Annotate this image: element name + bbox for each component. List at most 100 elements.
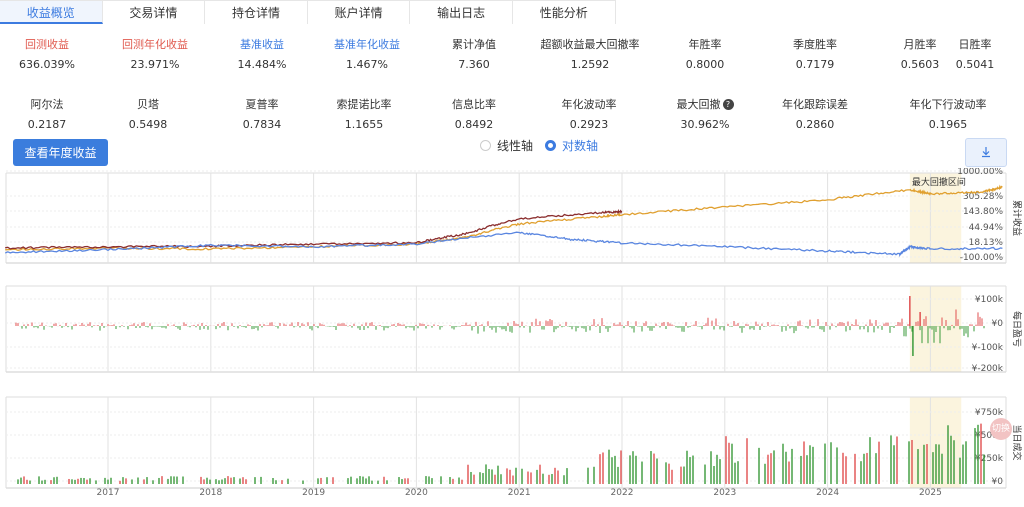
metric-label: 季度胜率 xyxy=(760,36,870,52)
metric-label-text: 年化波动率 xyxy=(561,98,617,111)
x-tick-label: 2022 xyxy=(611,488,634,498)
metric-label: 年胜率 xyxy=(650,36,760,52)
x-tick-label: 2024 xyxy=(816,488,839,498)
x-tick-label: 2025 xyxy=(919,488,942,498)
metric-label: 贝塔 xyxy=(93,96,203,112)
metric-label-text: 超额收益最大回撤率 xyxy=(540,38,640,51)
metric-label: 夏普率 xyxy=(207,96,317,112)
metric-metrics_row2-2: 夏普率 0.7834 xyxy=(207,96,317,131)
help-icon[interactable]: ? xyxy=(722,99,734,110)
metric-label: 年化跟踪误差 xyxy=(760,96,870,112)
metric-value: 23.971% xyxy=(130,58,180,71)
metric-value: 0.5498 xyxy=(128,118,168,131)
log-axis-radio[interactable] xyxy=(545,140,556,151)
metric-metrics_row1-2: 基准收益 14.484% xyxy=(207,36,317,71)
metric-label-text: 基准年化收益 xyxy=(334,38,400,51)
y-tick-label: 18.13% xyxy=(969,238,1004,248)
tab-4[interactable]: 输出日志 xyxy=(410,0,513,24)
annual-returns-button[interactable]: 查看年度收益 xyxy=(13,139,108,166)
metric-value: 14.484% xyxy=(237,58,287,71)
y-tick-label: 143.80% xyxy=(963,207,1003,217)
metric-label-text: 基准收益 xyxy=(240,38,284,51)
metric-metrics_row2-8: 年化下行波动率 0.1965 xyxy=(893,96,1003,131)
metric-label-text: 累计净值 xyxy=(452,38,496,51)
y-tick-label: ¥0 xyxy=(992,319,1004,329)
tab-0[interactable]: 收益概览 xyxy=(0,0,103,24)
x-tick-label: 2019 xyxy=(302,488,325,498)
metric-label: 索提诺比率 xyxy=(309,96,419,112)
metric-metrics_row2-6: 最大回撤? 30.962% xyxy=(650,96,760,131)
y-tick-label: ¥250k xyxy=(975,454,1004,464)
tab-bar: 收益概览 交易详情 持仓详情 账户详情 输出日志 性能分析 xyxy=(0,0,616,24)
x-tick-label: 2018 xyxy=(199,488,222,498)
y-tick-label: 44.94% xyxy=(969,223,1004,233)
linear-axis-option[interactable]: 线性轴 xyxy=(480,137,533,154)
metric-label: 基准年化收益 xyxy=(312,36,422,52)
metric-metrics_row1-3: 基准年化收益 1.467% xyxy=(312,36,422,71)
metric-label-text: 最大回撤 xyxy=(676,98,721,111)
tab-3[interactable]: 账户详情 xyxy=(307,0,411,24)
metric-metrics_row1-1: 回测年化收益 23.971% xyxy=(100,36,210,71)
drawdown-annotation: 最大回撤区间 xyxy=(912,176,966,188)
metric-label-text: 年化下行波动率 xyxy=(909,98,987,111)
metric-metrics_row2-4: 信息比率 0.8492 xyxy=(419,96,529,131)
metric-label: 回测年化收益 xyxy=(100,36,210,52)
metric-value: 0.1965 xyxy=(928,118,968,131)
metric-label-text: 回测年化收益 xyxy=(122,38,188,51)
metric-label: 年化波动率 xyxy=(534,96,644,112)
metric-label-text: 年胜率 xyxy=(688,38,722,51)
tab-2[interactable]: 持仓详情 xyxy=(205,0,308,24)
download-icon xyxy=(982,147,990,158)
y-axis-label: 每日盈亏 xyxy=(1011,311,1023,347)
y-tick-label: -100.00% xyxy=(960,253,1004,263)
y-tick-label: 305.28% xyxy=(963,192,1003,202)
tab-1[interactable]: 交易详情 xyxy=(102,0,206,24)
log-axis-label: 对数轴 xyxy=(562,139,599,153)
metric-label: 年化下行波动率 xyxy=(893,96,1003,112)
metric-value: 0.2860 xyxy=(795,118,835,131)
metric-value: 636.039% xyxy=(19,58,75,71)
metric-label-text: 贝塔 xyxy=(137,98,159,111)
y-tick-label: ¥750k xyxy=(975,408,1004,418)
y-axis-label: 当日成交 xyxy=(1011,424,1023,460)
y-tick-label: ¥-100k xyxy=(972,343,1004,353)
linear-axis-radio[interactable] xyxy=(480,140,491,151)
metric-value: 1.1655 xyxy=(344,118,384,131)
metric-value: 0.7179 xyxy=(795,58,835,71)
log-axis-option[interactable]: 对数轴 xyxy=(545,137,598,154)
metric-label-text: 回测收益 xyxy=(25,38,69,51)
download-button[interactable] xyxy=(965,138,1007,167)
metric-metrics_row2-7: 年化跟踪误差 0.2860 xyxy=(760,96,870,131)
metric-value: 0.7834 xyxy=(242,118,282,131)
metric-metrics_row1-9: 日胜率 0.5041 xyxy=(920,36,1024,71)
metric-value: 0.5041 xyxy=(955,58,995,71)
metric-metrics_row1-4: 累计净值 7.360 xyxy=(419,36,529,71)
x-tick-label: 2021 xyxy=(508,488,531,498)
metric-label: 日胜率 xyxy=(920,36,1024,52)
metric-value: 7.360 xyxy=(458,58,490,71)
metric-value: 0.8000 xyxy=(685,58,725,71)
metric-label-text: 年化跟踪误差 xyxy=(782,98,848,111)
metric-label: 信息比率 xyxy=(419,96,529,112)
series-line-benchmark xyxy=(4,231,1003,258)
linear-axis-label: 线性轴 xyxy=(497,139,534,153)
x-tick-label: 2020 xyxy=(405,488,428,498)
y-axis-label: 累计收益 xyxy=(1011,200,1023,236)
metric-label: 最大回撤? xyxy=(650,96,760,112)
metric-metrics_row1-7: 季度胜率 0.7179 xyxy=(760,36,870,71)
metric-label: 回测收益 xyxy=(0,36,102,52)
tab-5[interactable]: 性能分析 xyxy=(512,0,616,24)
float-helper-icon[interactable]: 切换 xyxy=(990,418,1012,440)
metric-label-text: 索提诺比率 xyxy=(336,98,392,111)
x-tick-label: 2023 xyxy=(713,488,736,498)
metric-metrics_row1-0: 回测收益 636.039% xyxy=(0,36,102,71)
metric-label: 基准收益 xyxy=(207,36,317,52)
metric-label: 阿尔法 xyxy=(0,96,102,112)
metric-value: 30.962% xyxy=(680,118,730,131)
metric-label-text: 阿尔法 xyxy=(30,98,64,111)
metric-metrics_row2-3: 索提诺比率 1.1655 xyxy=(309,96,419,131)
metric-label: 超额收益最大回撤率 xyxy=(535,36,645,52)
metric-metrics_row1-5: 超额收益最大回撤率 1.2592 xyxy=(535,36,645,71)
metric-metrics_row2-1: 贝塔 0.5498 xyxy=(93,96,203,131)
y-tick-label: 1000.00% xyxy=(957,168,1003,177)
